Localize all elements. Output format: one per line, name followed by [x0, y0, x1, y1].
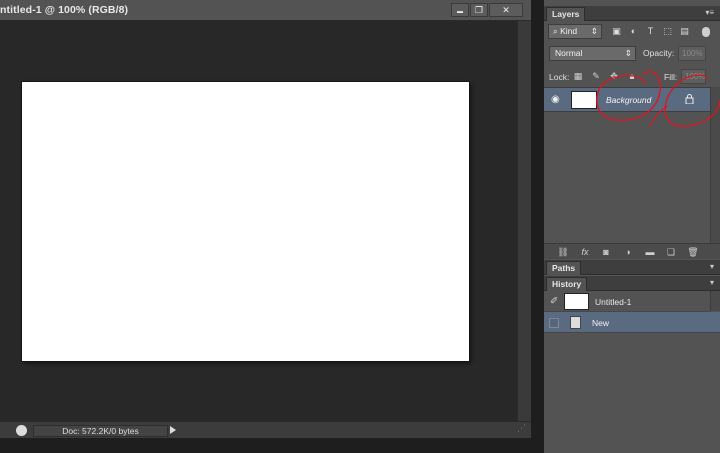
filter-kind-label: Kind: [560, 26, 578, 36]
filter-kind-select[interactable]: ⌕ Kind ⇕: [548, 24, 602, 39]
restore-button[interactable]: ❐: [470, 3, 488, 17]
layer-name[interactable]: Background: [606, 95, 651, 105]
history-brush-source-icon[interactable]: ✐: [550, 296, 561, 307]
history-source-checkbox[interactable]: [549, 318, 559, 328]
status-bar: Doc: 572.2K/0 bytes: [0, 421, 531, 438]
panel-menu-icon[interactable]: ▾: [710, 278, 714, 287]
panel-menu-icon[interactable]: ▾: [710, 262, 714, 271]
lock-label: Lock:: [549, 72, 570, 82]
resize-grip-icon[interactable]: ⋰: [517, 423, 529, 435]
new-adjustment-layer-icon[interactable]: ◑: [622, 246, 634, 258]
blend-mode-value: Normal: [555, 48, 583, 58]
lock-all-icon[interactable]: 🔒︎: [627, 71, 637, 81]
status-menu-arrow-icon[interactable]: [170, 426, 176, 434]
document-title: ntitled-1 @ 100% (RGB/8): [0, 4, 129, 16]
tab-history[interactable]: History: [546, 277, 588, 291]
history-tab-bar: History ▾: [544, 276, 720, 291]
blend-row: Normal ⇕ Opacity: 100%: [548, 46, 716, 62]
minimize-icon: ▬: [457, 9, 463, 15]
new-group-folder-icon[interactable]: ▬: [644, 246, 656, 258]
layer-filter-row: ⌕ Kind ⇕ ▣ ◐ T ⬚ ▤: [548, 24, 716, 40]
close-button[interactable]: ✕: [489, 3, 523, 17]
lock-transparent-icon[interactable]: ▦: [573, 71, 583, 81]
filter-toggle-icon[interactable]: [702, 27, 710, 37]
new-document-icon: [570, 316, 581, 329]
layer-style-fx-icon[interactable]: fx: [579, 246, 591, 258]
filter-adjustment-icon[interactable]: ◐: [628, 26, 639, 37]
history-scrollbar[interactable]: [710, 291, 720, 311]
layers-list-empty-area[interactable]: [544, 113, 710, 243]
panel-dock: Layers ▾≡ ⌕ Kind ⇕ ▣ ◐ T ⬚ ▤ Normal ⇕ Op…: [544, 0, 720, 453]
document-window: ntitled-1 @ 100% (RGB/8) ▬ ❐ ✕ Doc: 572.…: [0, 0, 531, 438]
history-snapshot-thumbnail: [564, 293, 589, 310]
document-title-bar[interactable]: ntitled-1 @ 100% (RGB/8) ▬ ❐ ✕: [0, 0, 531, 21]
eye-icon[interactable]: ◉: [551, 95, 562, 105]
new-layer-icon[interactable]: ❏: [665, 246, 677, 258]
tab-paths[interactable]: Paths: [546, 261, 582, 275]
restore-icon: ❐: [474, 5, 484, 15]
layers-scrollbar[interactable]: [710, 87, 720, 243]
document-size-info[interactable]: Doc: 572.2K/0 bytes: [33, 425, 168, 437]
select-arrows-icon: ⇕: [590, 26, 598, 36]
layer-thumbnail[interactable]: [571, 91, 597, 109]
close-icon: ✕: [502, 5, 510, 15]
link-layers-icon[interactable]: ⛓: [557, 246, 569, 258]
layer-row-background[interactable]: ◉ Background: [544, 87, 710, 112]
filter-smart-object-icon[interactable]: ▤: [679, 26, 690, 37]
blend-mode-select[interactable]: Normal ⇕: [549, 46, 636, 61]
canvas-document[interactable]: [22, 82, 469, 361]
delete-layer-trash-icon[interactable]: 🗑︎: [687, 246, 699, 258]
layers-tab-bar: Layers ▾≡: [544, 6, 720, 21]
history-snapshot-name: Untitled-1: [595, 297, 632, 307]
vertical-scrollbar[interactable]: [517, 21, 530, 421]
history-state-row[interactable]: New: [544, 312, 720, 333]
panel-menu-icon[interactable]: ▾≡: [705, 8, 714, 17]
lock-row: Lock: ▦ ✎ ✥ 🔒︎ Fill: 100%: [548, 69, 716, 85]
select-arrows-icon: ⇕: [624, 48, 632, 58]
opacity-label: Opacity:: [643, 48, 675, 58]
fill-field[interactable]: 100%: [681, 69, 706, 84]
history-state-name: New: [592, 318, 610, 328]
fill-label: Fill:: [664, 72, 678, 82]
lock-image-brush-icon[interactable]: ✎: [591, 71, 601, 81]
filter-pixel-icon[interactable]: ▣: [611, 26, 622, 37]
layers-footer-toolbar: ⛓ fx ◙ ◑ ▬ ❏ 🗑︎: [544, 243, 720, 259]
minimize-button[interactable]: ▬: [451, 3, 469, 17]
lock-position-move-icon[interactable]: ✥: [609, 71, 619, 81]
lock-icon[interactable]: [685, 94, 695, 105]
history-snapshot-row[interactable]: ✐ Untitled-1: [544, 291, 710, 312]
opacity-field[interactable]: 100%: [678, 46, 706, 61]
history-list-empty-area: [544, 334, 720, 453]
filter-type-icon[interactable]: T: [645, 26, 656, 37]
add-mask-icon[interactable]: ◙: [600, 246, 612, 258]
paths-tab-bar: Paths ▾: [544, 260, 720, 275]
filter-shape-icon[interactable]: ⬚: [662, 26, 673, 37]
status-info-icon[interactable]: [16, 425, 27, 436]
tab-layers[interactable]: Layers: [546, 7, 586, 21]
